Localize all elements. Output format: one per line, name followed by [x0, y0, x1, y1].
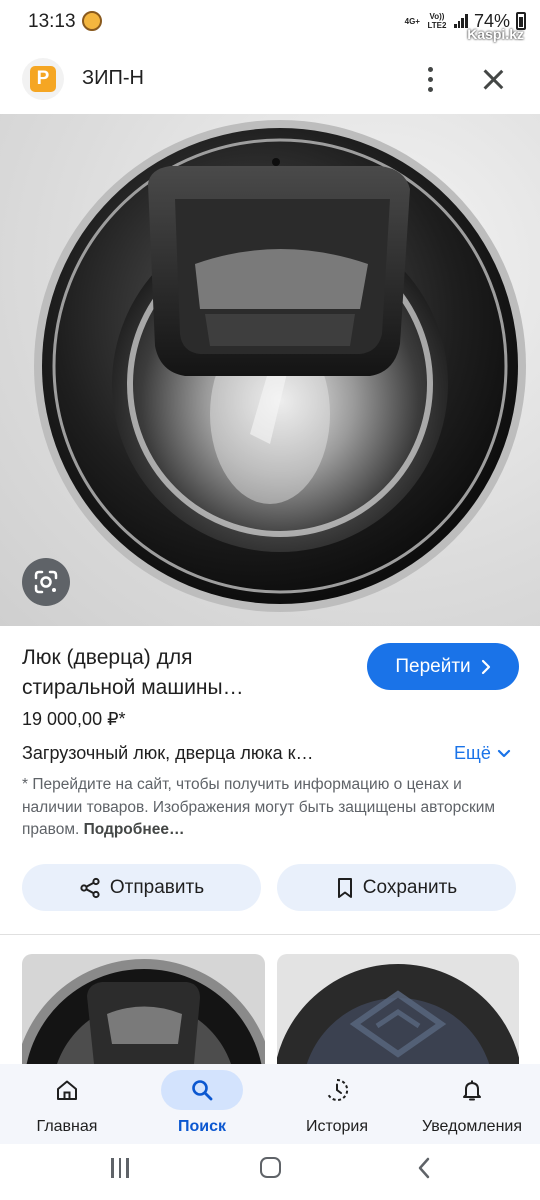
chevron-down-icon: [497, 749, 510, 757]
signal-icon: [453, 14, 468, 28]
nav-notifications-label: Уведомления: [421, 1118, 523, 1135]
bottom-navigation: Главная Поиск История Уведомления: [0, 1064, 540, 1144]
status-time: 13:13: [28, 11, 76, 32]
more-dot-icon: [427, 66, 433, 72]
nav-history-label: История: [305, 1118, 369, 1135]
product-price: 19 000,00 ₽*: [22, 709, 126, 729]
site-logo-letter: P: [30, 66, 56, 92]
more-dot-icon: [427, 86, 433, 92]
share-button[interactable]: Отправить: [22, 864, 261, 911]
history-icon: [296, 1070, 378, 1110]
more-label: Ещё: [454, 743, 491, 763]
home-button[interactable]: [260, 1157, 281, 1178]
network-type: 4G+: [404, 16, 420, 26]
more-options-button[interactable]: [418, 64, 442, 94]
result-header: P ЗИП-Н: [0, 52, 540, 108]
visit-site-label: Перейти: [395, 655, 471, 677]
related-result-thumbnail[interactable]: [277, 954, 519, 1064]
related-image: [277, 964, 519, 1064]
chevron-right-icon: [481, 659, 490, 674]
close-button[interactable]: [478, 65, 508, 95]
save-label: Сохранить: [362, 876, 458, 898]
watermark: Kaspi.kz: [467, 26, 524, 42]
nav-search-label: Поиск: [177, 1118, 226, 1135]
save-button[interactable]: Сохранить: [277, 864, 516, 911]
product-title-line-2: стиральной машины…: [22, 676, 244, 699]
product-title[interactable]: Люк (дверца) для стиральной машины…: [22, 643, 342, 703]
product-description: Загрузочный люк, дверца люка к…: [22, 743, 314, 763]
visit-site-button[interactable]: Перейти: [367, 643, 519, 690]
back-button[interactable]: [414, 1156, 436, 1180]
nav-home-label: Главная: [36, 1118, 98, 1135]
bell-icon: [431, 1070, 513, 1110]
related-result-thumbnail[interactable]: [22, 954, 265, 1064]
washing-machine-door-image: [34, 120, 526, 612]
notification-emoji-icon: [82, 11, 102, 31]
home-icon: [26, 1070, 108, 1110]
divider: [0, 934, 540, 935]
expand-description-button[interactable]: Ещё: [454, 743, 511, 764]
site-name[interactable]: ЗИП-Н: [82, 67, 144, 90]
share-label: Отправить: [109, 876, 205, 898]
site-logo[interactable]: P: [22, 58, 64, 100]
bookmark-icon: [337, 877, 352, 898]
volte-indicator: Vo)) LTE2: [427, 12, 447, 30]
learn-more-link[interactable]: Подробнее…: [84, 821, 185, 838]
related-image: [22, 959, 265, 1064]
nav-home[interactable]: Главная: [17, 1064, 117, 1144]
recent-apps-button[interactable]: [108, 1158, 132, 1178]
more-dot-icon: [427, 76, 433, 82]
nav-search[interactable]: Поиск: [152, 1064, 252, 1144]
product-title-line-1: Люк (дверца) для: [22, 646, 193, 669]
search-icon: [161, 1070, 243, 1110]
system-navigation-bar: [0, 1144, 540, 1200]
product-image[interactable]: [0, 114, 540, 626]
lens-icon: [34, 570, 58, 594]
nav-history[interactable]: История: [287, 1064, 387, 1144]
status-bar: 13:13 4G+ Vo)) LTE2 74% Kaspi.kz: [0, 0, 540, 44]
nav-notifications[interactable]: Уведомления: [412, 1064, 532, 1144]
google-lens-button[interactable]: [22, 558, 70, 606]
copyright-disclaimer: * Перейдите на сайт, чтобы получить инфо…: [22, 774, 522, 842]
share-icon: [80, 877, 100, 898]
